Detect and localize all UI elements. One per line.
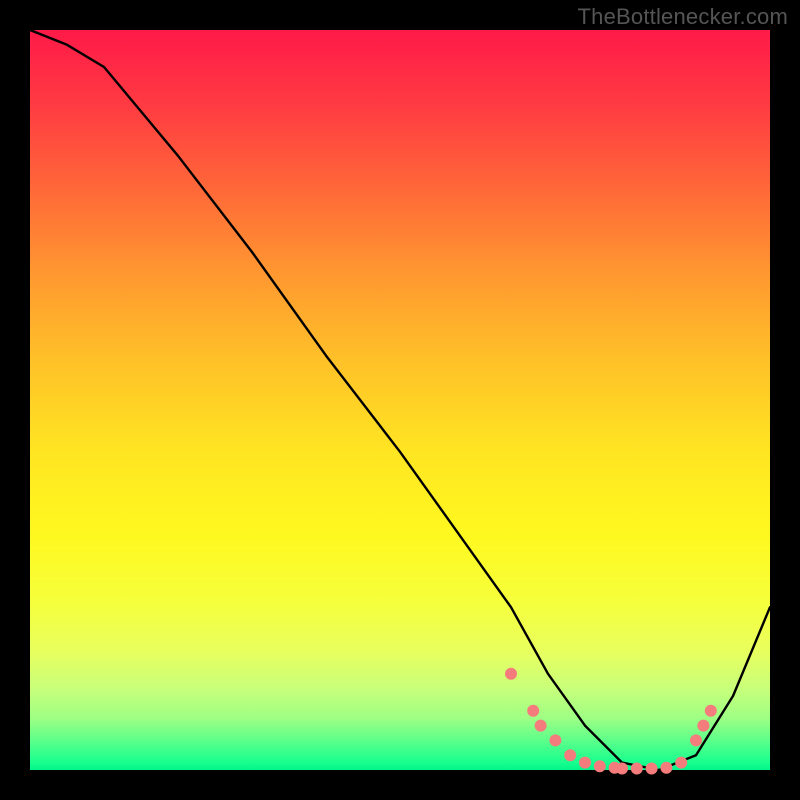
curve-marker xyxy=(579,757,591,769)
curve-marker xyxy=(527,705,539,717)
curve-markers xyxy=(505,668,717,775)
curve-marker xyxy=(535,720,547,732)
curve-marker xyxy=(549,734,561,746)
chart-frame: TheBottlenecker.com xyxy=(0,0,800,800)
bottleneck-curve xyxy=(30,30,770,770)
curve-marker xyxy=(505,668,517,680)
bottleneck-chart-svg xyxy=(30,30,770,770)
curve-marker xyxy=(705,705,717,717)
curve-marker xyxy=(594,760,606,772)
attribution-label: TheBottlenecker.com xyxy=(578,4,788,30)
curve-marker xyxy=(631,763,643,775)
curve-marker xyxy=(616,763,628,775)
curve-marker xyxy=(690,734,702,746)
curve-marker xyxy=(660,762,672,774)
curve-marker xyxy=(675,757,687,769)
curve-marker xyxy=(697,720,709,732)
curve-marker xyxy=(646,763,658,775)
curve-marker xyxy=(564,749,576,761)
